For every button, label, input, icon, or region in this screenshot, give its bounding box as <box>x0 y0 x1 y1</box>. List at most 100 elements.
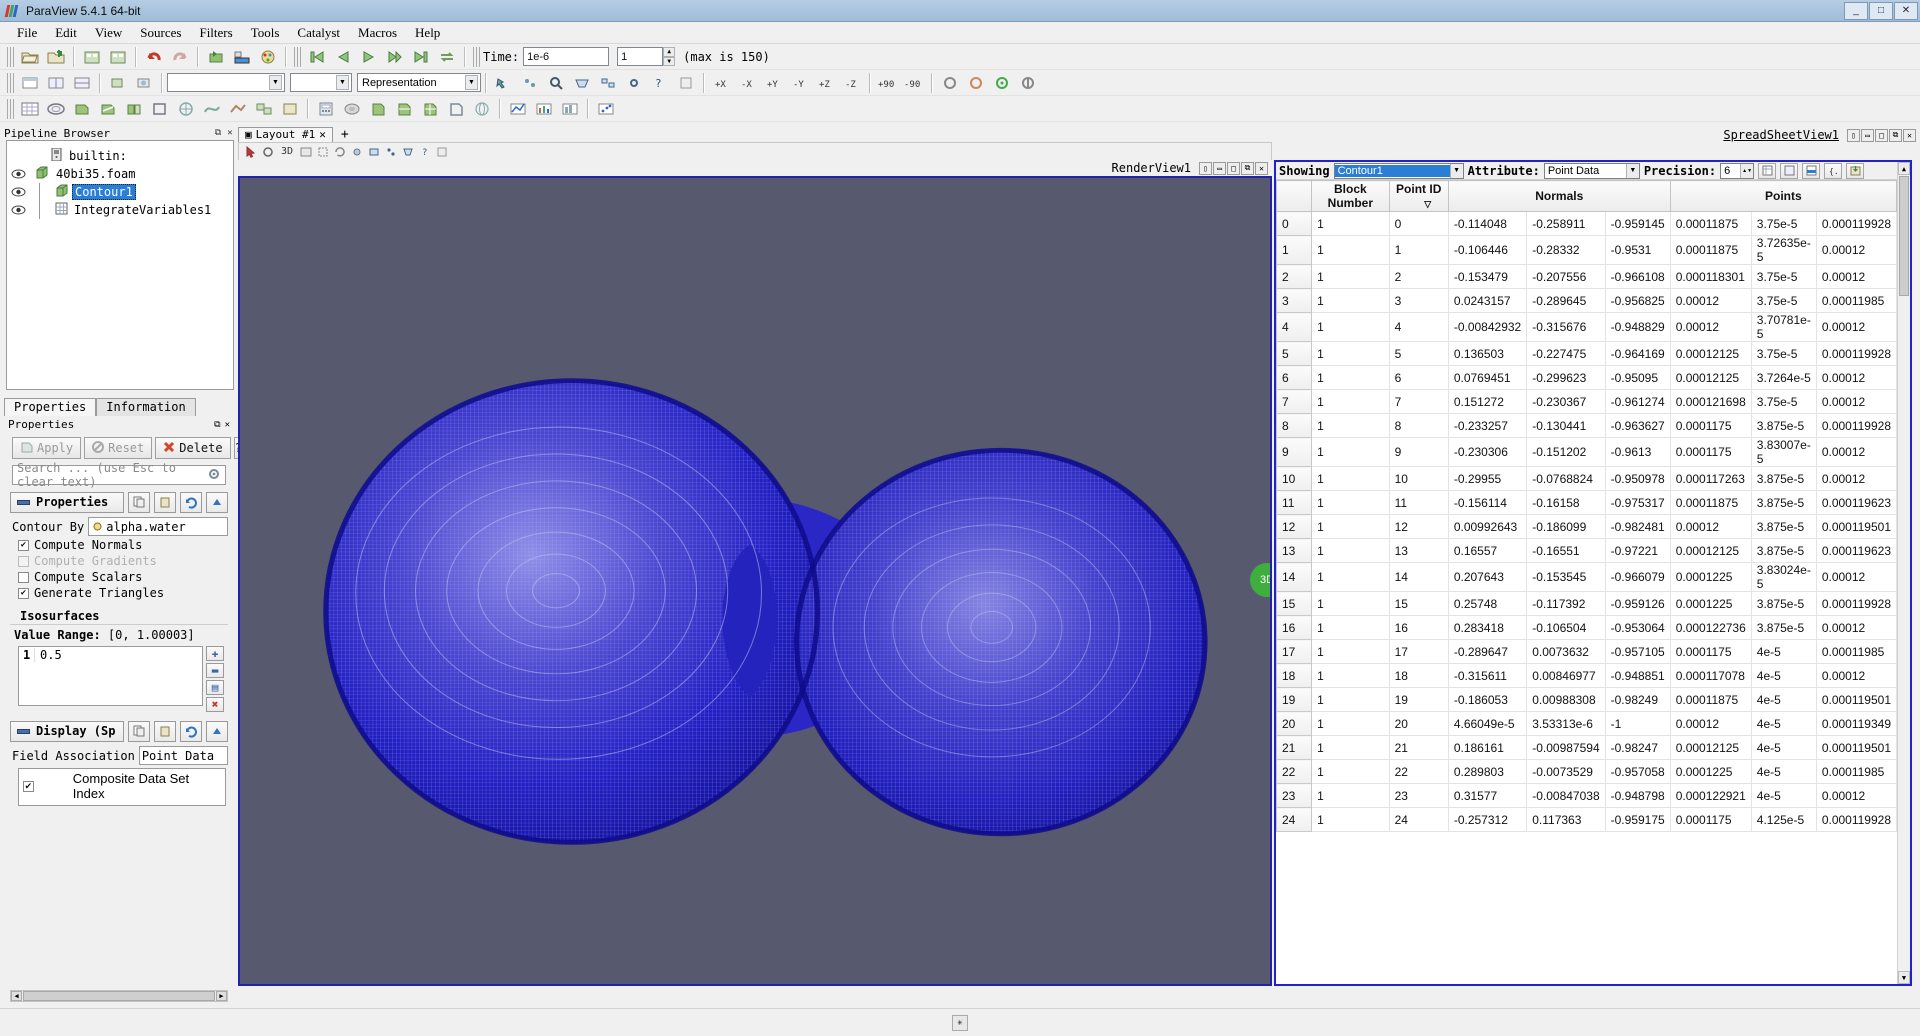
copy-display-icon[interactable] <box>128 721 150 742</box>
toggle-column-visibility-icon[interactable] <box>1758 163 1776 179</box>
play-icon[interactable] <box>357 46 381 68</box>
tab-properties[interactable]: Properties <box>4 398 96 416</box>
undock-icon[interactable]: ⧉ <box>214 420 220 430</box>
isosurface-value-row[interactable]: 1 0.5 <box>19 647 202 663</box>
gradient-icon[interactable] <box>366 98 390 120</box>
camera-x-icon[interactable]: +X <box>710 72 734 94</box>
paste-display-icon[interactable] <box>154 721 176 742</box>
camera-undo-icon[interactable] <box>204 46 228 68</box>
chevron-down-icon[interactable]: ▼ <box>465 75 478 90</box>
generate-triangles-checkbox[interactable]: ✔ <box>18 588 29 599</box>
pick-center-icon[interactable] <box>990 72 1014 94</box>
menu-item-sources[interactable]: Sources <box>131 23 190 43</box>
menu-item-view[interactable]: View <box>86 23 131 43</box>
camera-rotate-icon[interactable] <box>332 144 348 159</box>
remove-value-button[interactable]: ▬ <box>206 663 224 678</box>
table-row[interactable]: 211210.186161-0.00987594-0.982470.000121… <box>1277 736 1897 760</box>
contour-filter-icon[interactable] <box>44 98 68 120</box>
export-spreadsheet-icon[interactable] <box>1846 163 1864 179</box>
next-frame-icon[interactable] <box>383 46 407 68</box>
toggle-cell-connectivity-icon[interactable] <box>1780 163 1798 179</box>
attribute-combo[interactable]: Point Data ▼ <box>1544 163 1640 179</box>
chevron-down-icon[interactable]: ▼ <box>269 75 282 90</box>
gear-icon[interactable] <box>207 467 221 484</box>
zoom-select-icon[interactable] <box>544 72 568 94</box>
undock-icon[interactable]: ⧉ <box>212 127 224 139</box>
section-properties-toggle[interactable]: Properties <box>10 492 124 513</box>
query-selection-icon[interactable]: ? <box>417 144 433 159</box>
last-frame-icon[interactable] <box>409 46 433 68</box>
copy-properties-icon[interactable] <box>128 492 150 513</box>
delete-all-values-button[interactable]: ✖ <box>206 697 224 712</box>
new-layout-icon[interactable] <box>18 72 42 94</box>
column-header-normals[interactable]: Normals <box>1448 181 1670 212</box>
table-row[interactable]: 141140.207643-0.153545-0.9660790.0001225… <box>1277 563 1897 592</box>
table-row[interactable]: 121120.00992643-0.186099-0.9824810.00012… <box>1277 515 1897 539</box>
hover-points-icon[interactable] <box>622 72 646 94</box>
spreadsheet-table-wrap[interactable]: Block Number Point ID ▽ Normals Points 0… <box>1276 180 1897 984</box>
table-row[interactable]: 818-0.233257-0.130441-0.9636270.00011753… <box>1277 414 1897 438</box>
table-row[interactable]: 212-0.153479-0.207556-0.9661080.00011830… <box>1277 265 1897 289</box>
table-row[interactable]: 231230.31577-0.00847038-0.9487980.000122… <box>1277 784 1897 808</box>
compute-scalars-checkbox[interactable] <box>18 572 29 583</box>
close-button[interactable]: ✕ <box>1894 2 1918 20</box>
table-row[interactable]: 10110-0.29955-0.0768824-0.9509780.000117… <box>1277 467 1897 491</box>
paste-properties-icon[interactable] <box>154 492 176 513</box>
toolbar-grip-2[interactable] <box>7 73 14 93</box>
chevron-down-icon[interactable]: ▼ <box>336 75 349 90</box>
table-row[interactable]: 151150.25748-0.117392-0.9591260.00012253… <box>1277 592 1897 616</box>
tab-information[interactable]: Information <box>96 398 195 416</box>
menu-item-catalyst[interactable]: Catalyst <box>288 23 349 43</box>
cell-centers-icon[interactable] <box>418 98 442 120</box>
spreadsheet-vscrollbar[interactable]: ▲ ▼ <box>1897 162 1910 984</box>
camera-negz-icon[interactable]: -Z <box>840 72 864 94</box>
composite-checkbox[interactable]: ✔ <box>23 781 34 792</box>
camera-negx-icon[interactable]: -X <box>736 72 760 94</box>
pipeline-combo[interactable]: ▼ <box>167 73 285 92</box>
color-legend-icon[interactable] <box>230 46 254 68</box>
properties-hscrollbar[interactable]: ◀ ▶ <box>10 990 228 1002</box>
split-vertical-view-icon[interactable]: ▭ <box>1861 129 1874 142</box>
close-icon[interactable]: ✕ <box>225 420 230 430</box>
toolbar-grip-time[interactable] <box>473 47 480 67</box>
open-file-icon[interactable] <box>18 46 42 68</box>
pointer-icon[interactable] <box>243 144 259 159</box>
calculator-icon[interactable] <box>314 98 338 120</box>
glyph-filter-icon[interactable] <box>174 98 198 120</box>
mode-3d-button[interactable]: 3D <box>277 144 297 159</box>
advanced-properties-icon[interactable] <box>206 492 228 513</box>
reset-center-icon[interactable] <box>1016 72 1040 94</box>
outline-icon[interactable] <box>444 98 468 120</box>
delete-button[interactable]: Delete <box>155 437 230 459</box>
wireframe-icon[interactable] <box>470 98 494 120</box>
reset-button[interactable]: Reset <box>84 437 152 459</box>
plot-data-icon[interactable] <box>532 98 556 120</box>
first-frame-icon[interactable] <box>305 46 329 68</box>
format-columns-icon[interactable]: {..} <box>1824 163 1842 179</box>
slice-filter-icon[interactable] <box>96 98 120 120</box>
pipeline-row-builtin[interactable]: builtin: <box>7 147 233 165</box>
show-center-icon[interactable] <box>964 72 988 94</box>
table-row[interactable]: 18118-0.3156110.00846977-0.9488510.00011… <box>1277 664 1897 688</box>
array-combo[interactable]: ▼ <box>290 73 352 92</box>
rotate-minus90-icon[interactable]: -90 <box>902 72 926 94</box>
visibility-icon[interactable] <box>11 186 27 198</box>
table-row[interactable]: 414-0.00842932-0.315676-0.9488290.000123… <box>1277 313 1897 342</box>
column-header-points[interactable]: Points <box>1670 181 1896 212</box>
select-points-icon[interactable] <box>518 72 542 94</box>
advanced-display-icon[interactable] <box>206 721 228 742</box>
adjust-camera-icon[interactable] <box>349 144 365 159</box>
table-row[interactable]: 201204.66049e-53.53313e-6-10.000124e-50.… <box>1277 712 1897 736</box>
time-input[interactable]: 1e-6 <box>523 47 609 66</box>
table-row[interactable]: 11111-0.156114-0.16158-0.9753170.0001187… <box>1277 491 1897 515</box>
pipeline-browser[interactable]: builtin: 40bi35.foam Contour1 <box>6 140 234 390</box>
precision-spinbox[interactable]: 6 ▲▼ <box>1720 163 1754 179</box>
properties-search-input[interactable]: Search ... (use Esc to clear text) <box>12 465 226 485</box>
close-view-icon[interactable]: ✕ <box>1903 129 1916 142</box>
add-value-button[interactable]: ✚ <box>206 646 224 661</box>
python-calculator-icon[interactable] <box>340 98 364 120</box>
frame-input[interactable]: 1 <box>617 47 663 66</box>
field-association-combo[interactable]: Point Data <box>139 746 228 765</box>
apply-button[interactable]: Apply <box>12 437 81 459</box>
reset-camera-icon[interactable] <box>132 72 156 94</box>
